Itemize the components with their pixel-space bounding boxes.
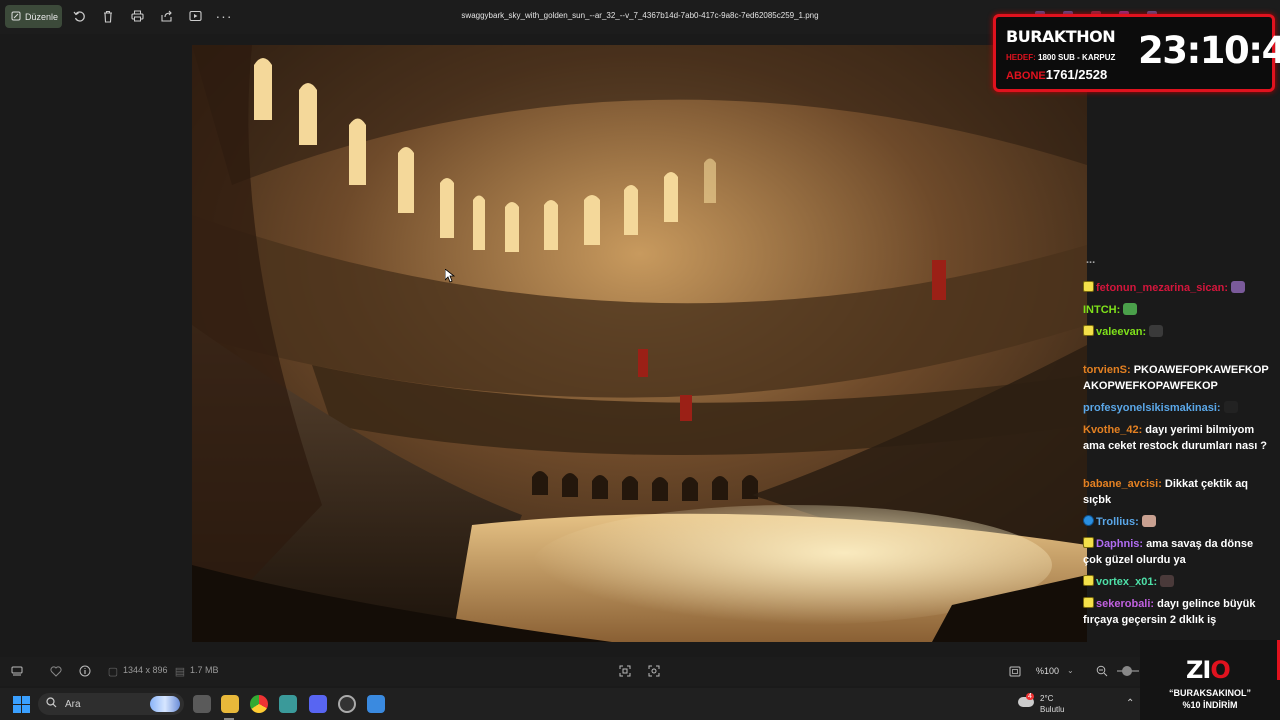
zoom-slider[interactable] bbox=[1117, 666, 1139, 676]
sponsor-logo: ZIO bbox=[1186, 656, 1231, 684]
chat-badge-icon bbox=[1083, 325, 1094, 336]
photos-app-window: Düzenle ··· swaggybark_sky_with_golden_s… bbox=[0, 0, 1280, 720]
streamer-name: BURAKTHON bbox=[1006, 27, 1116, 46]
chat-message: torvienS: PKOAWEFOPKAWEFKOPAKOPWEFKOPAWFE… bbox=[1083, 362, 1275, 394]
chat-message: INTCH: bbox=[1083, 302, 1275, 318]
chat-message: valeevan: bbox=[1083, 324, 1275, 340]
subscriber-line: ABONE1761/2528 bbox=[1006, 67, 1107, 82]
notification-badge: 4 bbox=[1026, 693, 1034, 700]
sponsor-promo: ZIO “BURAKSAKINOL” %10 İNDİRİM bbox=[1140, 640, 1280, 720]
discord-icon[interactable] bbox=[309, 695, 327, 713]
zoom-value: %100 bbox=[1036, 665, 1060, 676]
chat-username[interactable]: fetonun_mezarina_sican: bbox=[1096, 282, 1228, 294]
search-icon bbox=[46, 697, 57, 711]
filmstrip-icon[interactable] bbox=[10, 664, 24, 678]
chat-username[interactable]: valeevan: bbox=[1096, 326, 1146, 338]
promo-code: “BURAKSAKINOL” bbox=[1169, 688, 1251, 698]
chat-username[interactable]: sekerobali: bbox=[1096, 598, 1154, 610]
chat-emote-icon bbox=[1149, 325, 1164, 337]
search-placeholder: Ara bbox=[65, 698, 81, 710]
file-size: 1.7 MB bbox=[190, 665, 219, 675]
promo-discount: %10 İNDİRİM bbox=[1182, 700, 1238, 710]
chat-badge-icon bbox=[1083, 575, 1094, 586]
zoom-slider-thumb[interactable] bbox=[1122, 666, 1132, 676]
chat-message: Daphnis: ama savaş da dönse çok güzel olu… bbox=[1083, 536, 1275, 568]
dimensions-icon: ▢ bbox=[107, 665, 119, 678]
stream-chat: ... fetonun_mezarina_sican: INTCH: valeevan… bbox=[1083, 258, 1280, 638]
chat-username[interactable]: profesyonelsikismakinasi: bbox=[1083, 402, 1221, 414]
chat-message: Kvothe_42: dayı yerimi bilmiyom ama ceket… bbox=[1083, 422, 1275, 454]
goal-line: HEDEF: 1800 SUB - KARPUZ bbox=[1006, 53, 1115, 62]
chat-badge-icon bbox=[1083, 281, 1094, 292]
status-bar: ▢ 1344 x 896 ▤ 1.7 MB %100 ⌄ bbox=[0, 657, 1280, 686]
edit-button[interactable]: Düzenle bbox=[5, 5, 62, 28]
weather-widget[interactable]: 4 2°C Bulutlu bbox=[1018, 692, 1078, 716]
taskbar-search[interactable]: Ara bbox=[38, 693, 184, 715]
start-button[interactable] bbox=[13, 696, 30, 713]
chat-emote-icon bbox=[1231, 281, 1246, 293]
chat-message: sekerobali: dayı gelince büyük fırçaya ge… bbox=[1083, 596, 1275, 628]
info-icon[interactable] bbox=[78, 664, 92, 678]
goal-label: HEDEF: bbox=[1006, 53, 1036, 62]
file-explorer-icon[interactable] bbox=[221, 695, 239, 713]
chat-emote-icon bbox=[1160, 575, 1175, 587]
chat-emote-icon bbox=[1123, 303, 1138, 315]
obs-icon[interactable] bbox=[338, 695, 356, 713]
windows-taskbar: Ara 4 2°C Bulutlu ⌃ bbox=[0, 688, 1280, 720]
delete-icon[interactable] bbox=[100, 8, 116, 24]
photos-icon[interactable] bbox=[367, 695, 385, 713]
favorite-icon[interactable] bbox=[49, 664, 63, 678]
visual-search-icon[interactable] bbox=[647, 664, 661, 678]
chat-message: babane_avcisi: Dikkat çektik aq sıçbk bbox=[1083, 476, 1275, 508]
weather-temp: 2°C bbox=[1040, 694, 1054, 703]
colosseum-painting bbox=[192, 45, 1087, 642]
chat-message: vortex_x01: bbox=[1083, 574, 1275, 590]
crop-icon[interactable] bbox=[618, 664, 632, 678]
edit-button-label: Düzenle bbox=[25, 11, 59, 22]
chat-username[interactable]: torvienS: bbox=[1083, 364, 1131, 376]
chrome-icon[interactable] bbox=[250, 695, 268, 713]
rotate-icon[interactable] bbox=[71, 8, 87, 24]
chat-badge-icon bbox=[1083, 515, 1094, 526]
share-icon[interactable] bbox=[158, 8, 174, 24]
chevron-up-icon[interactable]: ⌃ bbox=[1126, 698, 1134, 709]
chat-emote-icon bbox=[1141, 515, 1156, 527]
chat-username[interactable]: vortex_x01: bbox=[1096, 576, 1157, 588]
goal-value: 1800 SUB - KARPUZ bbox=[1038, 53, 1116, 62]
task-view-icon[interactable] bbox=[193, 695, 211, 713]
chat-message: profesyonelsikismakinasi: bbox=[1083, 400, 1275, 416]
chat-badge-icon bbox=[1083, 597, 1094, 608]
chat-text: ... bbox=[1086, 258, 1096, 266]
subathon-timer-panel: BURAKTHON HEDEF: 1800 SUB - KARPUZ ABONE… bbox=[993, 14, 1280, 92]
mouse-cursor bbox=[444, 268, 456, 288]
chat-message: fetonun_mezarina_sican: bbox=[1083, 280, 1275, 296]
chat-badge-icon bbox=[1083, 537, 1094, 548]
chat-username[interactable]: Kvothe_42: bbox=[1083, 424, 1142, 436]
slideshow-icon[interactable] bbox=[187, 8, 203, 24]
file-size-icon: ▤ bbox=[174, 665, 186, 678]
zoom-select[interactable]: %100 ⌄ bbox=[1030, 660, 1086, 681]
chat-username[interactable]: INTCH: bbox=[1083, 304, 1120, 316]
chat-username[interactable]: Trollius: bbox=[1096, 516, 1139, 528]
file-name-title: swaggybark_sky_with_golden_sun_--ar_32_-… bbox=[461, 11, 819, 20]
countdown-timer: 23:10:44 bbox=[1138, 29, 1280, 72]
fit-to-window-icon[interactable] bbox=[1008, 664, 1022, 678]
chat-message: ... bbox=[1083, 258, 1275, 268]
more-icon[interactable]: ··· bbox=[216, 8, 232, 24]
subscriber-label: ABONE bbox=[1006, 70, 1046, 82]
print-icon[interactable] bbox=[129, 8, 145, 24]
zoom-out-icon[interactable] bbox=[1095, 664, 1109, 678]
chat-message: Trollius: bbox=[1083, 514, 1275, 530]
chevron-down-icon: ⌄ bbox=[1067, 666, 1074, 675]
subscriber-count: 1761/2528 bbox=[1045, 67, 1108, 82]
chat-username[interactable]: babane_avcisi: bbox=[1083, 478, 1162, 490]
chat-emote-icon bbox=[1223, 401, 1238, 413]
edit-icon bbox=[11, 11, 21, 23]
weather-desc: Bulutlu bbox=[1040, 705, 1065, 714]
chat-username[interactable]: Daphnis: bbox=[1096, 538, 1143, 550]
app-icon[interactable] bbox=[279, 695, 297, 713]
image-dimensions: 1344 x 896 bbox=[123, 665, 168, 675]
displayed-image[interactable] bbox=[192, 45, 1087, 642]
search-highlight-icon bbox=[150, 696, 180, 712]
